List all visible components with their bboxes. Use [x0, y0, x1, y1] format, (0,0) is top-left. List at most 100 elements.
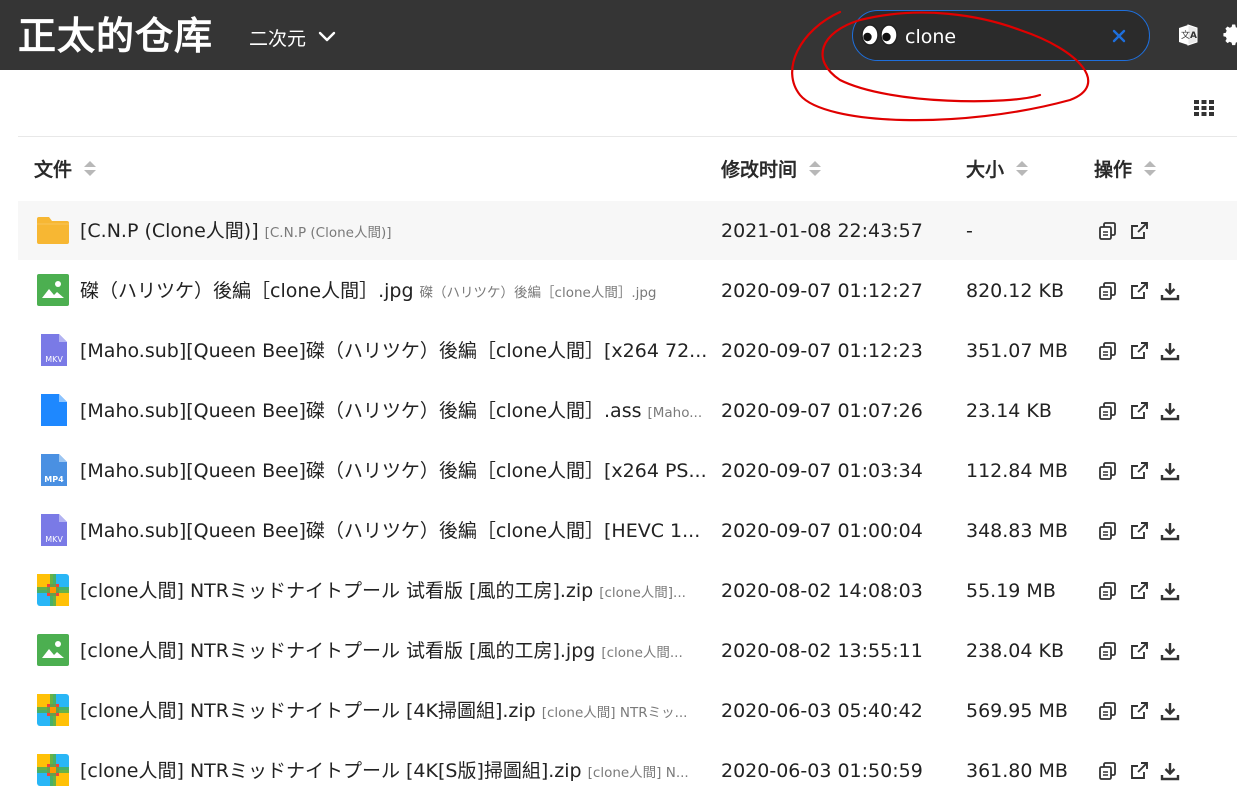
sort-icon [809, 160, 822, 176]
open-external-icon[interactable] [1129, 221, 1149, 241]
file-name-link[interactable]: [Maho.sub][Queen Bee]磔（ハリツケ）後編［clone人間］.… [80, 398, 710, 424]
modified-time: 2020-09-07 01:03:34 [721, 460, 923, 482]
modified-time: 2020-06-03 01:50:59 [721, 760, 923, 782]
search-box[interactable] [852, 10, 1150, 61]
svg-text:MP4: MP4 [44, 475, 64, 484]
column-header-actions[interactable]: 操作 [1094, 155, 1157, 181]
file-list: [C.N.P (Clone人間)] [C.N.P (Clone人間)] 2021-0… [18, 201, 1237, 800]
modified-time: 2020-09-07 01:07:26 [721, 400, 923, 422]
category-dropdown[interactable]: 二次元 [249, 24, 336, 50]
row-actions [1098, 521, 1180, 541]
file-name: [Maho.sub][Queen Bee]磔（ハリツケ）後編［clone人間］[… [80, 520, 701, 542]
table-row[interactable]: [clone人間] NTRミッドナイトプール [4K[S版]掃圖組].zip [c… [18, 741, 1237, 800]
download-icon[interactable] [1160, 581, 1180, 601]
copy-link-icon[interactable] [1098, 581, 1118, 601]
folder-icon [36, 213, 70, 247]
table-row[interactable]: [Maho.sub][Queen Bee]磔（ハリツケ）後編［clone人間］.… [18, 381, 1237, 441]
open-external-icon[interactable] [1129, 281, 1149, 301]
table-row[interactable]: [clone人間] NTRミッドナイトプール 试看版 [風的工房].zip [cl… [18, 561, 1237, 621]
copy-link-icon[interactable] [1098, 281, 1118, 301]
file-name: 磔（ハリツケ）後編［clone人間］.jpg [80, 280, 414, 302]
translate-icon[interactable]: 文 A [1175, 22, 1201, 48]
open-external-icon[interactable] [1129, 341, 1149, 361]
svg-text:MKV: MKV [45, 535, 63, 544]
column-header-size[interactable]: 大小 [966, 155, 1029, 181]
file-size: 238.04 KB [966, 640, 1065, 662]
file-name-link[interactable]: [clone人間] NTRミッドナイトプール 试看版 [風的工房].zip [cl… [80, 578, 710, 604]
open-external-icon[interactable] [1129, 581, 1149, 601]
open-external-icon[interactable] [1129, 701, 1149, 721]
row-actions [1098, 761, 1180, 781]
column-header-modified[interactable]: 修改时间 [721, 155, 822, 181]
file-name-link[interactable]: [clone人間] NTRミッドナイトプール [4K掃圖組].zip [clone… [80, 698, 710, 724]
modified-time: 2020-09-07 01:12:23 [721, 340, 923, 362]
open-external-icon[interactable] [1129, 761, 1149, 781]
copy-link-icon[interactable] [1098, 701, 1118, 721]
file-name: [clone人間] NTRミッドナイトプール 试看版 [風的工房].jpg [80, 640, 596, 662]
open-external-icon[interactable] [1129, 521, 1149, 541]
file-name-secondary: [C.N.P (Clone人間)] [264, 225, 392, 241]
row-actions [1098, 401, 1180, 421]
file-name-link[interactable]: [Maho.sub][Queen Bee]磔（ハリツケ）後編［clone人間］[… [80, 518, 710, 544]
modified-time: 2020-06-03 05:40:42 [721, 700, 923, 722]
column-header-file[interactable]: 文件 [34, 155, 97, 181]
download-icon[interactable] [1160, 521, 1180, 541]
file-name: [Maho.sub][Queen Bee]磔（ハリツケ）後編［clone人間］[… [80, 340, 708, 362]
file-name-link[interactable]: 磔（ハリツケ）後編［clone人間］.jpg 磔（ハリツケ）後編［clone人間］… [80, 278, 710, 304]
table-row[interactable]: [C.N.P (Clone人間)] [C.N.P (Clone人間)] 2021-0… [18, 201, 1237, 261]
download-icon[interactable] [1160, 281, 1180, 301]
file-name-link[interactable]: [Maho.sub][Queen Bee]磔（ハリツケ）後編［clone人間］[… [80, 338, 710, 364]
column-header-label: 操作 [1094, 158, 1133, 181]
file-size: 351.07 MB [966, 340, 1068, 362]
modified-time: 2020-08-02 13:55:11 [721, 640, 923, 662]
table-row[interactable]: MP4 [Maho.sub][Queen Bee]磔（ハリツケ）後編［clone人… [18, 441, 1237, 501]
sort-icon [84, 160, 97, 176]
top-navbar: 正太的仓库 二次元 文 A [0, 0, 1237, 70]
copy-link-icon[interactable] [1098, 401, 1118, 421]
grid-view-icon[interactable] [1193, 98, 1215, 118]
file-name-secondary: [clone人間... [601, 645, 683, 661]
file-name-link[interactable]: [Maho.sub][Queen Bee]磔（ハリツケ）後編［clone人間］[… [80, 458, 710, 484]
download-icon[interactable] [1160, 641, 1180, 661]
download-icon[interactable] [1160, 401, 1180, 421]
download-icon[interactable] [1160, 341, 1180, 361]
table-row[interactable]: [clone人間] NTRミッドナイトプール 试看版 [風的工房].jpg [cl… [18, 621, 1237, 681]
gear-icon[interactable] [1223, 23, 1237, 47]
modified-time: 2020-09-07 01:00:04 [721, 520, 923, 542]
table-row[interactable]: MKV [Maho.sub][Queen Bee]磔（ハリツケ）後編［clone人… [18, 321, 1237, 381]
open-external-icon[interactable] [1129, 401, 1149, 421]
download-icon[interactable] [1160, 701, 1180, 721]
file-name-link[interactable]: [C.N.P (Clone人間)] [C.N.P (Clone人間)] [80, 218, 710, 244]
divider [18, 136, 1237, 137]
generic-file-icon [36, 393, 70, 427]
open-external-icon[interactable] [1129, 461, 1149, 481]
file-name-secondary: [clone人間] NTRミッ... [541, 705, 688, 721]
table-row[interactable]: 磔（ハリツケ）後編［clone人間］.jpg 磔（ハリツケ）後編［clone人間］… [18, 261, 1237, 321]
row-actions [1098, 641, 1180, 661]
search-input[interactable] [905, 23, 1105, 50]
download-icon[interactable] [1160, 461, 1180, 481]
zip-file-icon [36, 693, 70, 727]
copy-link-icon[interactable] [1098, 761, 1118, 781]
column-header-label: 大小 [966, 158, 1005, 181]
copy-link-icon[interactable] [1098, 641, 1118, 661]
site-title[interactable]: 正太的仓库 [18, 14, 213, 58]
table-row[interactable]: MKV [Maho.sub][Queen Bee]磔（ハリツケ）後編［clone人… [18, 501, 1237, 561]
eyes-icon [861, 24, 898, 46]
copy-link-icon[interactable] [1098, 521, 1118, 541]
clear-search-icon[interactable] [1109, 26, 1129, 46]
open-external-icon[interactable] [1129, 641, 1149, 661]
mkv-file-icon: MKV [36, 333, 70, 367]
copy-link-icon[interactable] [1098, 221, 1118, 241]
file-name-secondary: [clone人間] N... [587, 765, 689, 781]
copy-link-icon[interactable] [1098, 461, 1118, 481]
copy-link-icon[interactable] [1098, 341, 1118, 361]
table-row[interactable]: [clone人間] NTRミッドナイトプール [4K掃圖組].zip [clone… [18, 681, 1237, 741]
chevron-down-icon [318, 31, 336, 42]
file-name-link[interactable]: [clone人間] NTRミッドナイトプール [4K[S版]掃圖組].zip [c… [80, 758, 710, 784]
image-file-icon [36, 273, 70, 307]
file-name-link[interactable]: [clone人間] NTRミッドナイトプール 试看版 [風的工房].jpg [cl… [80, 638, 710, 664]
mkv-file-icon: MKV [36, 513, 70, 547]
svg-text:A: A [1190, 31, 1197, 41]
download-icon[interactable] [1160, 761, 1180, 781]
